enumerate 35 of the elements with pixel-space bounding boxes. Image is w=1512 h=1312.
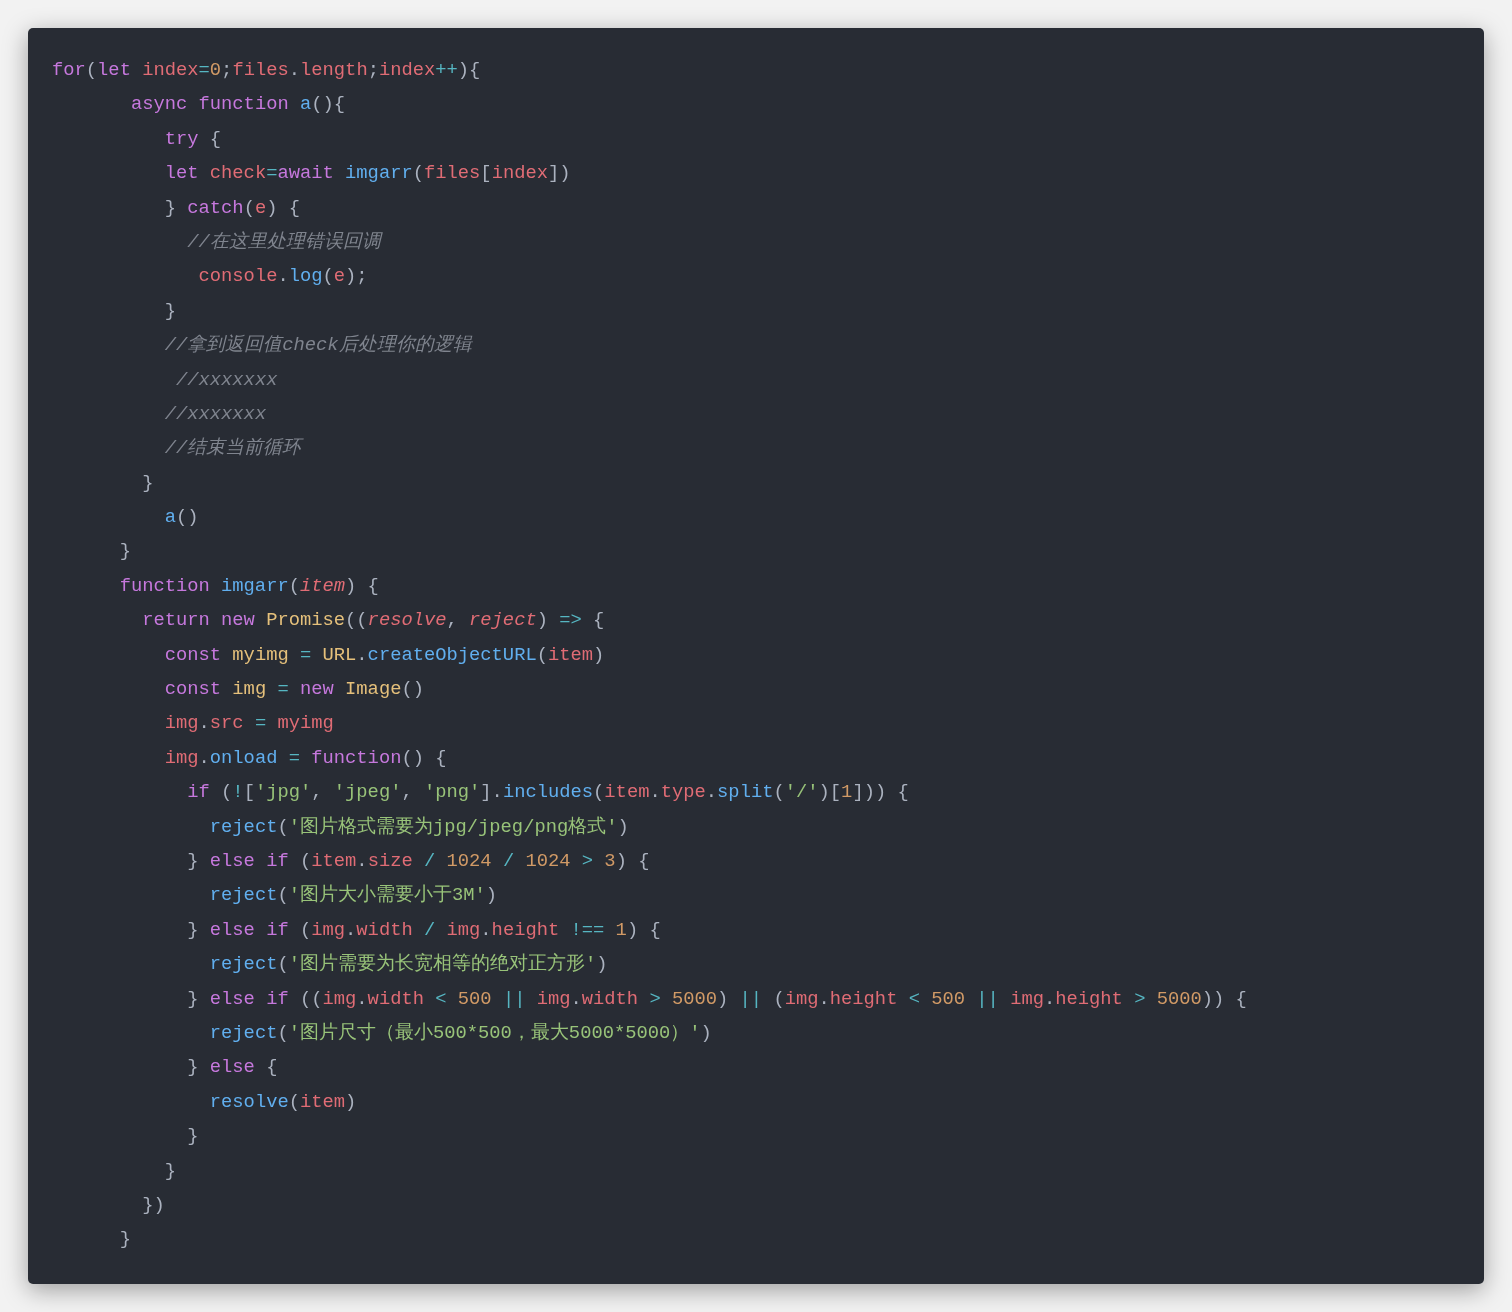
code-line: if (!['jpg', 'jpeg', 'png'].includes(item.type.split('/')[1])) { [187,780,909,806]
code-line: }) [142,1192,165,1218]
code-line: reject('图片格式需要为jpg/jpeg/png格式') [209,814,629,840]
code-line: } else if (img.width / img.height !== 1) { [187,917,661,943]
code-comment: //拿到返回值check后处理你的逻辑 [164,333,472,359]
code-line: return new Promise((resolve, reject) => { [142,608,605,634]
code-line: } [164,298,176,324]
code-line: } [187,1124,199,1150]
code-comment: //xxxxxxx [176,367,278,393]
code-line: } else if ((img.width < 500 || img.width > 5000) || (img.height < 500 || img.height > 5000)) { [187,986,1247,1012]
code-line: img.onload = function() { [164,745,447,771]
code-line: } else { [187,1055,278,1081]
code-line: let check=await imgarr(files[index]) [164,161,571,187]
code-line: a() [164,505,199,531]
code-line: function imgarr(item) { [119,573,379,599]
code-line: const myimg = URL.createObjectURL(item) [164,642,605,668]
code-line: for(let index=0;files.length;index++){ [52,58,481,83]
code-line: } [119,539,131,565]
code-line: } [142,470,154,496]
code-line: const img = new Image() [164,677,424,703]
code-line: async function a(){ [130,92,346,118]
code-line: reject('图片大小需要小于3M') [209,883,498,909]
code-comment: //结束当前循环 [164,436,302,462]
code-line: try { [164,126,222,152]
code-line: console.log(e); [198,264,368,290]
code-line: } [119,1227,131,1253]
code-line: img.src = myimg [164,711,334,737]
code-line: } catch(e) { [164,195,300,221]
code-line: } else if (item.size / 1024 / 1024 > 3) { [187,849,650,874]
code-line: resolve(item) [209,1089,357,1115]
code-line: } [164,1158,176,1184]
code-comment: //在这里处理错误回调 [187,229,381,255]
code-comment: //xxxxxxx [164,401,267,427]
code-line: reject('图片需要为长宽相等的绝对正方形') [209,952,608,978]
code-line: reject('图片尺寸（最小500*500，最大5000*5000）') [209,1020,712,1046]
